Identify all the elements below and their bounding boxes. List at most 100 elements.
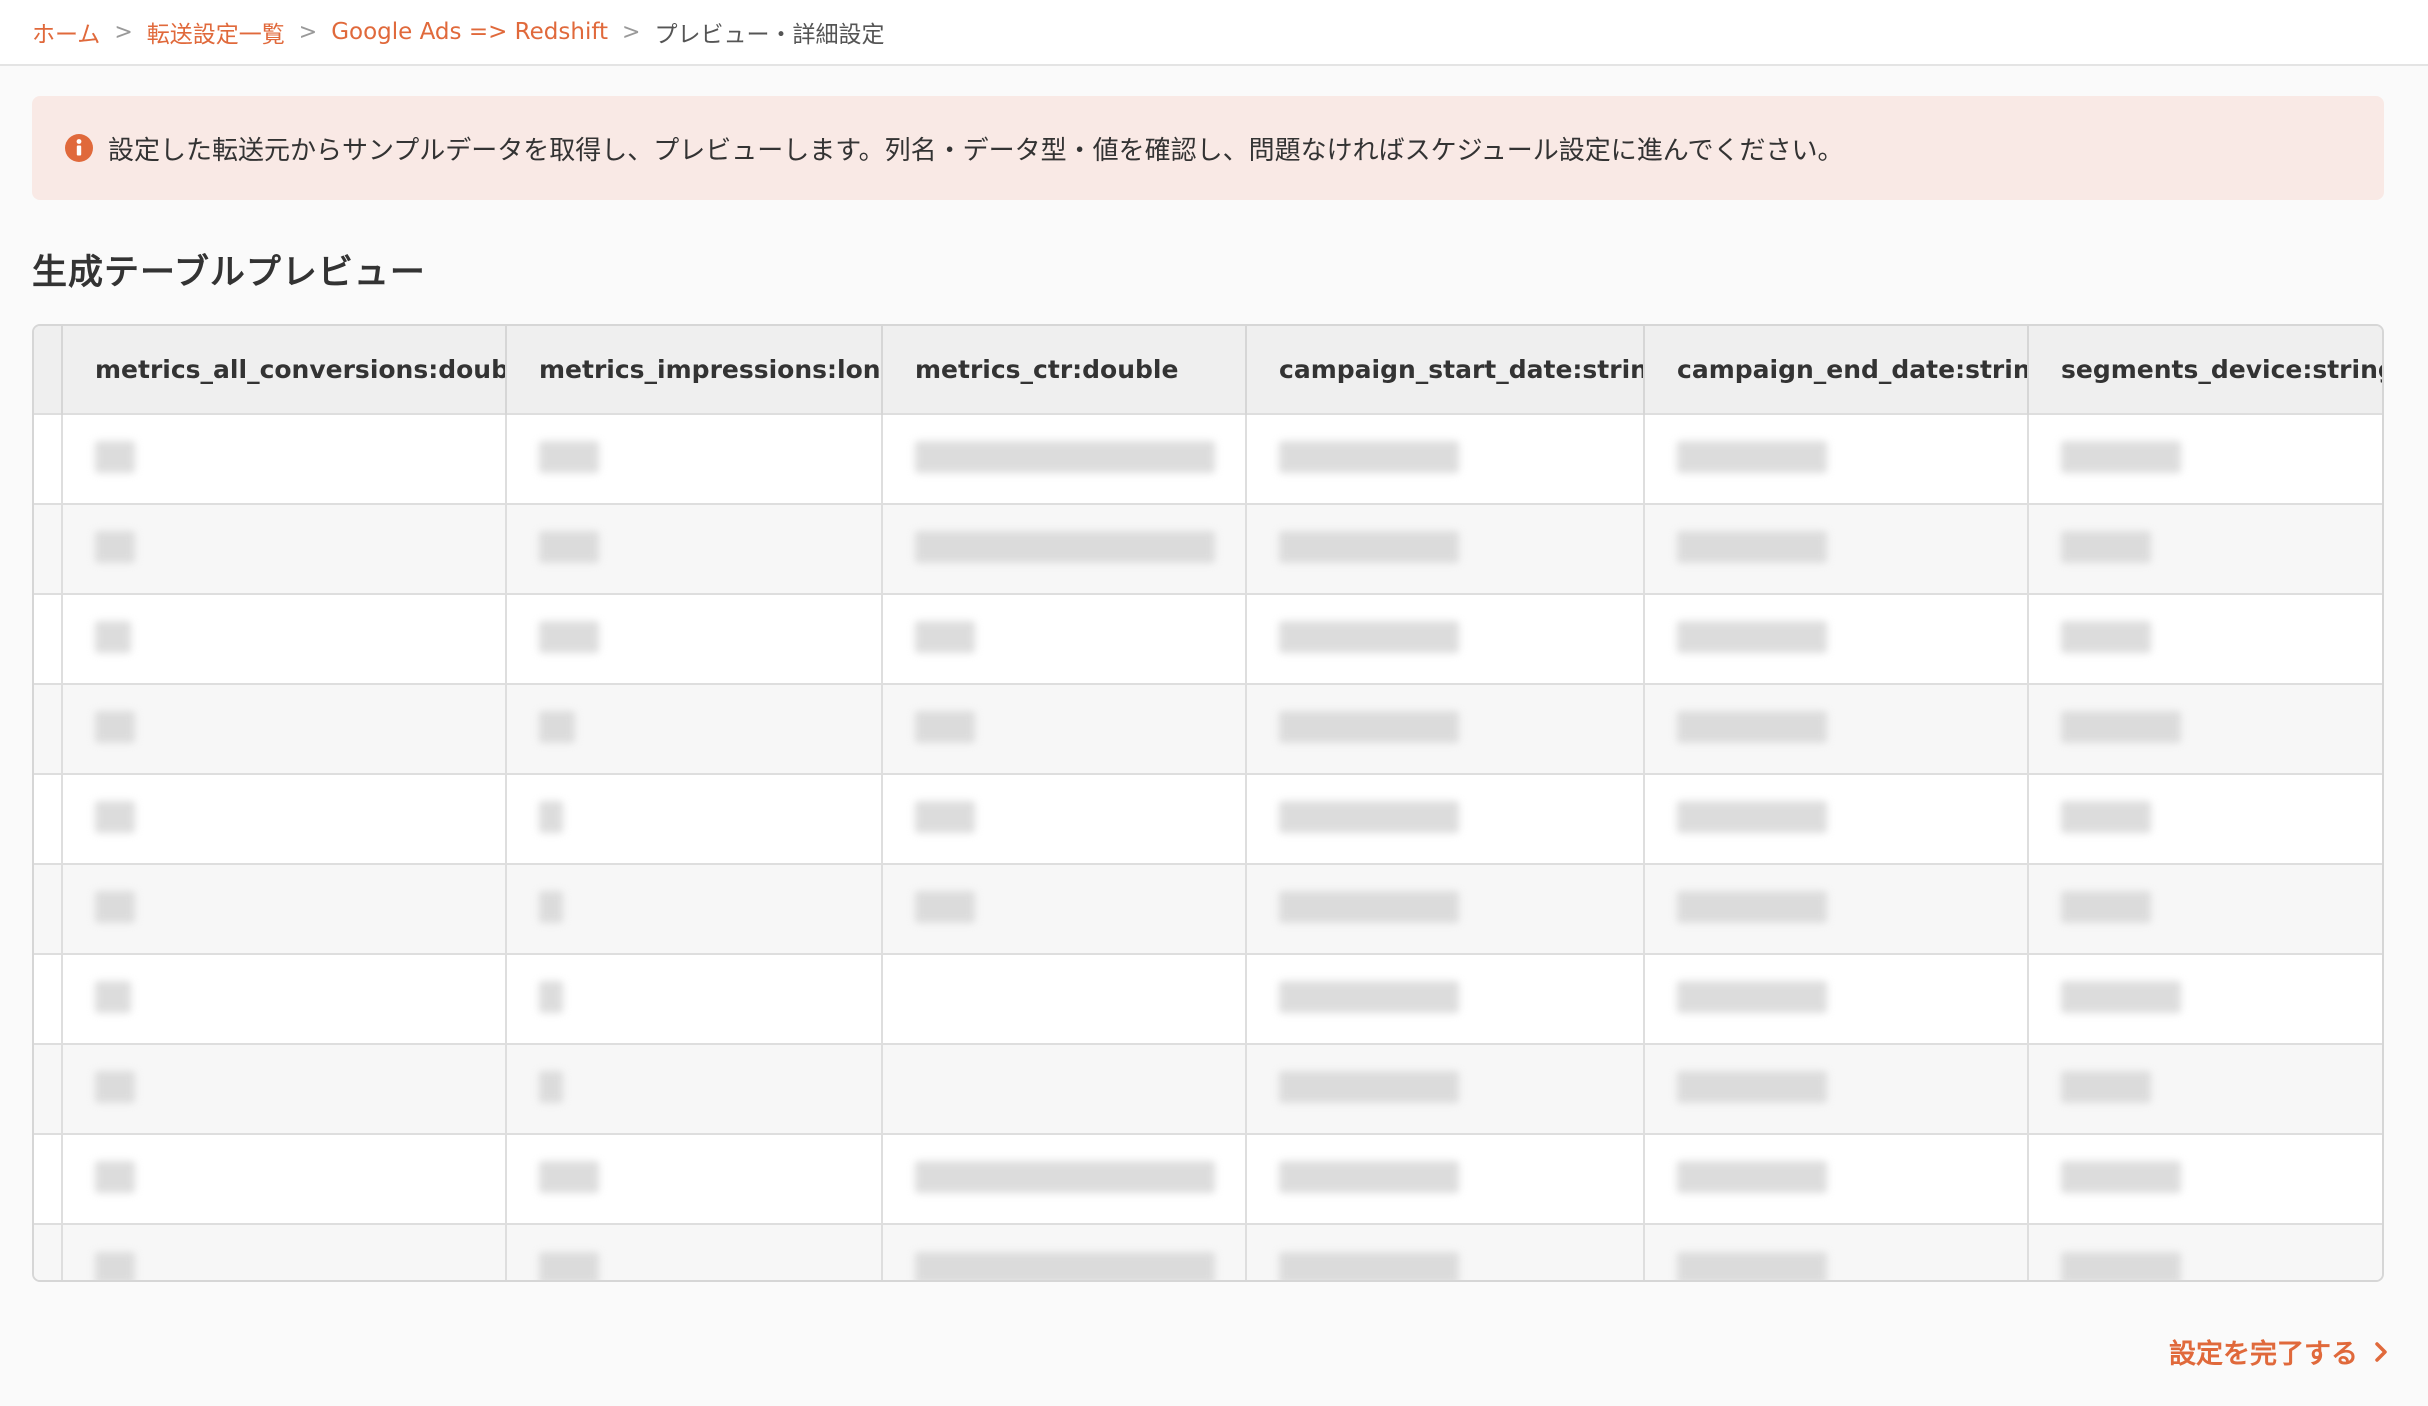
table-cell bbox=[62, 683, 507, 774]
redacted-value bbox=[1279, 801, 1459, 833]
redacted-value bbox=[2061, 531, 2151, 563]
row-index-cell bbox=[34, 593, 63, 684]
row-index-cell bbox=[34, 1043, 63, 1134]
redacted-value bbox=[539, 1251, 599, 1280]
redacted-value bbox=[1677, 1251, 1827, 1280]
preview-table: metrics_all_conversions:double metrics_i… bbox=[32, 324, 2384, 1282]
redacted-value bbox=[95, 891, 135, 923]
table-cell bbox=[1246, 1133, 1645, 1224]
column-header: metrics_all_conversions:double bbox=[62, 326, 507, 414]
row-index-cell bbox=[34, 683, 63, 774]
breadcrumb-transfer-list[interactable]: 転送設定一覧 bbox=[147, 15, 285, 49]
column-header: segments_device:string bbox=[2061, 355, 2382, 384]
redacted-value bbox=[2061, 891, 2151, 923]
redacted-value bbox=[915, 711, 975, 743]
redacted-value bbox=[915, 621, 975, 653]
redacted-value bbox=[539, 1071, 563, 1103]
table-row bbox=[34, 413, 2382, 504]
table-cell bbox=[2028, 863, 2382, 954]
row-index-cell bbox=[34, 1223, 63, 1280]
section-title: 生成テーブルプレビュー bbox=[32, 253, 426, 293]
table-cell bbox=[1246, 1043, 1645, 1134]
table-cell bbox=[506, 773, 883, 864]
column-header: metrics_ctr:double bbox=[882, 326, 1247, 414]
redacted-value bbox=[915, 1251, 1215, 1280]
table-row bbox=[34, 953, 2382, 1044]
redacted-value bbox=[95, 981, 131, 1013]
table-row bbox=[34, 1043, 2382, 1134]
redacted-value bbox=[2061, 1251, 2181, 1280]
table-cell bbox=[2028, 773, 2382, 864]
redacted-value bbox=[539, 981, 563, 1013]
table-cell bbox=[882, 773, 1247, 864]
redacted-value bbox=[2061, 1071, 2151, 1103]
redacted-value bbox=[2061, 801, 2151, 833]
breadcrumb-transfer-config[interactable]: Google Ads => Redshift bbox=[331, 19, 608, 45]
breadcrumb: ホーム > 転送設定一覧 > Google Ads => Redshift > … bbox=[0, 0, 2428, 66]
table-cell bbox=[1246, 953, 1645, 1044]
breadcrumb-home[interactable]: ホーム bbox=[32, 15, 100, 49]
table-header-row: metrics_all_conversions:double metrics_i… bbox=[34, 326, 2382, 414]
table-cell bbox=[2028, 1223, 2382, 1280]
table-cell bbox=[1644, 593, 2029, 684]
redacted-value bbox=[1279, 1251, 1459, 1280]
redacted-value bbox=[539, 531, 599, 563]
table-body bbox=[34, 413, 2382, 1280]
finish-setup-label: 設定を完了する bbox=[2169, 1339, 2358, 1370]
table-cell bbox=[1246, 1223, 1645, 1280]
table-cell bbox=[1644, 773, 2029, 864]
finish-setup-button[interactable]: 設定を完了する bbox=[2169, 1332, 2392, 1371]
redacted-value bbox=[1279, 1161, 1459, 1193]
table-cell bbox=[1644, 413, 2029, 504]
redacted-value bbox=[2061, 981, 2181, 1013]
table-row bbox=[34, 1133, 2382, 1224]
table-cell bbox=[882, 1223, 1247, 1280]
redacted-value bbox=[915, 801, 975, 833]
table-cell bbox=[1246, 863, 1645, 954]
table-cell bbox=[62, 863, 507, 954]
table-cell bbox=[62, 1133, 507, 1224]
table-cell bbox=[1644, 1133, 2029, 1224]
table-cell bbox=[62, 503, 507, 594]
redacted-value bbox=[1279, 531, 1459, 563]
table-cell bbox=[882, 683, 1247, 774]
redacted-value bbox=[1279, 1071, 1459, 1103]
redacted-value bbox=[1279, 981, 1459, 1013]
redacted-value bbox=[2061, 711, 2181, 743]
table-cell bbox=[506, 1043, 883, 1134]
table-cell bbox=[506, 1133, 883, 1224]
breadcrumb-separator: > bbox=[622, 19, 641, 45]
row-index-cell bbox=[34, 413, 63, 504]
row-index-cell bbox=[34, 773, 63, 864]
table-row bbox=[34, 1223, 2382, 1280]
table-cell bbox=[506, 953, 883, 1044]
table-cell bbox=[1644, 953, 2029, 1044]
redacted-value bbox=[915, 531, 1215, 563]
table-cell bbox=[62, 413, 507, 504]
redacted-value bbox=[1279, 621, 1459, 653]
table-row bbox=[34, 503, 2382, 594]
redacted-value bbox=[95, 621, 131, 653]
table-cell bbox=[506, 413, 883, 504]
column-header: campaign_start_date:string bbox=[1246, 326, 1645, 414]
redacted-value bbox=[915, 891, 975, 923]
redacted-value bbox=[1677, 891, 1827, 923]
redacted-value bbox=[1677, 711, 1827, 743]
table-cell bbox=[506, 683, 883, 774]
redacted-value bbox=[1279, 711, 1459, 743]
table-cell bbox=[1246, 683, 1645, 774]
redacted-value bbox=[1677, 441, 1827, 473]
row-index-header bbox=[34, 326, 63, 414]
table-cell bbox=[882, 503, 1247, 594]
redacted-value bbox=[539, 621, 599, 653]
table-cell bbox=[1246, 503, 1645, 594]
table-cell bbox=[62, 593, 507, 684]
redacted-value bbox=[539, 1161, 599, 1193]
redacted-value bbox=[915, 441, 1215, 473]
table-row bbox=[34, 863, 2382, 954]
table-cell bbox=[882, 953, 1247, 1044]
table-cell bbox=[882, 1133, 1247, 1224]
table-cell bbox=[506, 1223, 883, 1280]
redacted-value bbox=[1279, 891, 1459, 923]
table-cell bbox=[1644, 683, 2029, 774]
